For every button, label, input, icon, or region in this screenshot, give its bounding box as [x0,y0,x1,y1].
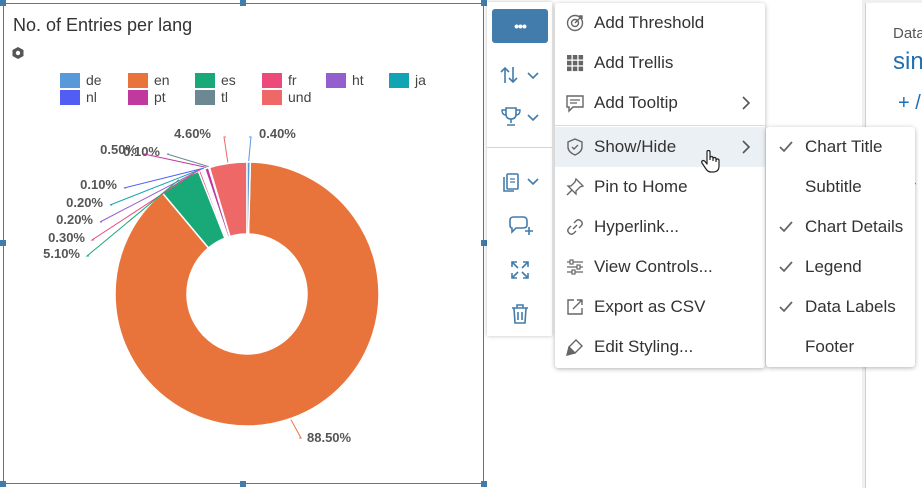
fullscreen-icon [511,261,529,279]
donut-chart: 4.60%0.10%0.50%0.10%0.20%0.20%0.30%5.10%… [43,126,380,445]
toggle-label: Legend [805,257,862,276]
menu-item-view-controls[interactable]: View Controls... [555,247,765,287]
show-hide-icon [567,138,583,156]
panel-model-name[interactable]: sin [893,48,922,76]
data-label-und: 4.60% [174,126,211,141]
tooltip-icon [566,95,584,113]
delete-button[interactable] [497,297,543,331]
menu-item-edit-styling[interactable]: Edit Styling... [555,327,765,367]
data-label-leader-line [248,136,252,162]
checkmark-icon [779,301,793,313]
sort-button[interactable] [497,58,543,92]
menu-item-label: Export as CSV [594,297,706,316]
menu-item-add-tooltip[interactable]: Add Tooltip [555,83,765,123]
context-menu: Add Threshold Add Trellis Add Tooltip Sh… [555,3,765,368]
checkmark-icon [779,141,793,153]
menu-item-pin-to-home[interactable]: Pin to Home [555,167,765,207]
stage: No. of Entries per lang de en es fr ht ja nl pt… [0,0,922,488]
threshold-icon [566,14,584,32]
toggle-label: Data Labels [805,297,896,316]
menu-item-label: Add Trellis [594,53,674,72]
menu-item-add-trellis[interactable]: Add Trellis [555,43,765,83]
controls-icon [567,259,583,275]
chart-toolbar: ••• [487,2,552,336]
data-label-leader-line [223,136,229,163]
panel-section-label: Data [893,25,922,42]
toggle-chart-details[interactable]: Chart Details [766,207,915,247]
menu-item-label: Pin to Home [594,177,688,196]
show-hide-submenu: Chart Title Subtitle Chart Details Legen… [766,127,915,367]
data-label-pt: 0.50% [100,142,137,157]
resize-handle-top-left[interactable] [0,0,6,6]
toggle-subtitle[interactable]: Subtitle [766,167,915,207]
resize-handle-top[interactable] [240,0,246,6]
data-label-leader-line [290,419,302,439]
menu-divider [555,125,765,126]
link-icon [567,219,583,235]
menu-item-label: Hyperlink... [594,217,680,236]
chevron-right-icon [742,96,751,110]
fullscreen-button[interactable] [497,253,543,287]
add-comment-icon [509,216,533,235]
resize-handle-left[interactable] [0,240,6,246]
toggle-data-labels[interactable]: Data Labels [766,287,915,327]
menu-item-label: View Controls... [594,257,713,276]
grid-icon [567,55,584,72]
toggle-label: Chart Details [805,217,904,236]
toolbar-divider [487,147,552,148]
brush-icon [566,339,583,356]
export-icon [567,299,583,315]
checkmark-icon [779,221,793,233]
toggle-label: Footer [805,337,855,356]
more-actions-button[interactable]: ••• [492,9,548,43]
hand-cursor-icon [701,150,720,173]
menu-item-label: Add Threshold [594,13,705,32]
rank-trophy-icon [501,107,539,126]
panel-add-button[interactable]: + / [898,92,921,115]
data-label-de: 0.40% [259,126,296,141]
data-label-es: 5.10% [43,246,80,261]
toggle-legend[interactable]: Legend [766,247,915,287]
chevron-right-icon [742,140,751,154]
add-comment-button[interactable] [497,209,543,243]
menu-item-label: Edit Styling... [594,337,694,356]
menu-item-label: Show/Hide [594,137,677,156]
sort-icon [500,66,539,84]
data-label-nl: 0.10% [80,177,117,192]
menu-item-hyperlink[interactable]: Hyperlink... [555,207,765,247]
menu-item-show-hide[interactable]: Show/Hide [555,127,765,167]
checkmark-icon [779,261,793,273]
menu-item-label: Add Tooltip [594,93,678,112]
toggle-footer[interactable]: Footer [766,327,915,367]
chart-widget[interactable]: No. of Entries per lang de en es fr ht ja nl pt… [3,3,484,484]
menu-item-add-threshold[interactable]: Add Threshold [555,3,765,43]
rank-button[interactable] [497,100,543,134]
delete-icon [512,304,528,324]
menu-item-export-csv[interactable]: Export as CSV [555,287,765,327]
copy-icon [503,173,539,192]
pin-icon [566,177,585,196]
data-label-ja: 0.20% [66,195,103,210]
data-label-ht: 0.20% [56,212,93,227]
resize-handle-bottom-right[interactable] [481,481,487,487]
resize-handle-bottom-left[interactable] [0,481,6,487]
data-label-en: 88.50% [307,430,352,445]
toggle-label: Subtitle [805,177,862,196]
toggle-chart-title[interactable]: Chart Title [766,127,915,167]
copy-button[interactable] [497,164,543,198]
resize-handle-bottom[interactable] [240,481,246,487]
data-label-fr: 0.30% [48,230,85,245]
toggle-label: Chart Title [805,137,883,156]
